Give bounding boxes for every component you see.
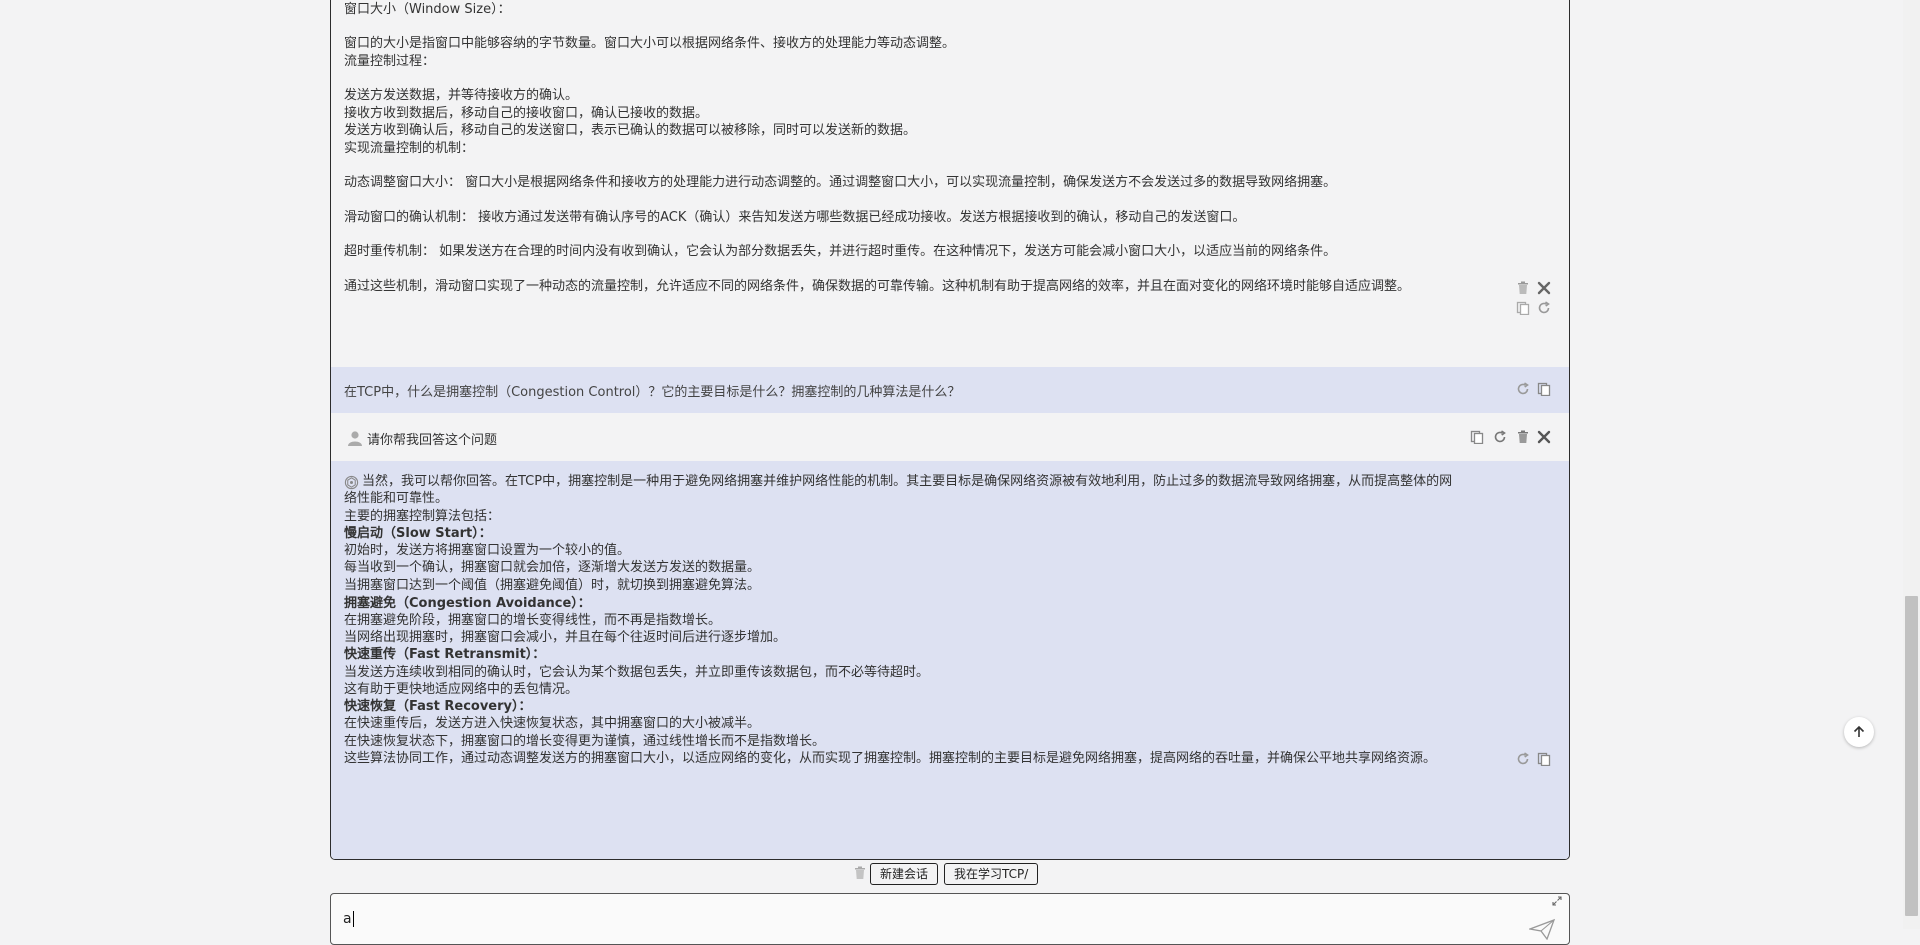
arrow-up-icon <box>1852 725 1866 739</box>
answer-line: 初始时，发送方将拥塞窗口设置为一个较小的值。 <box>344 543 631 558</box>
new-chat-button[interactable]: 新建会话 <box>870 863 939 885</box>
answer-line: 窗口的大小是指窗口中能够容纳的字节数量。窗口大小可以根据网络条件、接收方的处理能… <box>344 36 956 51</box>
answer-line: 超时重传机制： 如果发送方在合理的时间内没有收到确认，它会认为部分数据丢失，并进… <box>344 244 1337 259</box>
answer-line: 主要的拥塞控制算法包括： <box>344 509 501 524</box>
trash-icon[interactable] <box>853 866 867 880</box>
answer-line: 在快速重传后，发送方进入快速恢复状态，其中拥塞窗口的大小被减半。 <box>344 716 761 731</box>
answer-line: 这有助于更快地适应网络中的丢包情况。 <box>344 682 579 697</box>
assistant-answer: 当然，我可以帮你回答。在TCP中，拥塞控制是一种用于避免网络拥塞并维护网络性能的… <box>331 461 1569 859</box>
expand-icon[interactable] <box>1552 896 1562 906</box>
answer-line: 实现流量控制的机制： <box>344 141 475 156</box>
answer-line: 每当收到一个确认，拥塞窗口就会加倍，逐渐增大发送方发送的数据量。 <box>344 560 761 575</box>
answer-line: 动态调整窗口大小： 窗口大小是根据网络条件和接收方的处理能力进行动态调整的。通过… <box>344 175 1337 190</box>
user-avatar-icon <box>347 430 363 446</box>
answer-line: 在拥塞避免阶段，拥塞窗口的增长变得线性，而不再是指数增长。 <box>344 613 722 628</box>
trash-icon[interactable] <box>1516 281 1530 295</box>
answer-line: 在快速恢复状态下，拥塞窗口的增长变得更为谨慎，通过线性增长而不是指数增长。 <box>344 734 826 749</box>
question-text: 在TCP中，什么是拥塞控制（Congestion Control）？它的主要目标… <box>344 385 961 400</box>
answer-line: 接收方收到数据后，移动自己的接收窗口，确认已接收的数据。 <box>344 106 709 121</box>
copy-icon[interactable] <box>1537 752 1551 766</box>
answer-line: 当发送方连续收到相同的确认时，它会认为某个数据包丢失，并立即重传该数据包，而不必… <box>344 665 930 680</box>
answer-line: 当网络出现拥塞时，拥塞窗口会减小，并且在每个往返时间后进行逐步增加。 <box>344 630 787 645</box>
answer-line: 通过这些机制，滑动窗口实现了一种动态的流量控制，允许适应不同的网络条件，确保数据… <box>344 279 1411 294</box>
assistant-logo-icon <box>344 475 359 490</box>
answer-line: 窗口大小（Window Size）： <box>344 2 511 17</box>
regenerate-icon[interactable] <box>1493 430 1507 444</box>
trash-icon[interactable] <box>1516 430 1530 444</box>
answer-line: 当然，我可以帮你回答。在TCP中，拥塞控制是一种用于避免网络拥塞并维护网络性能的… <box>362 474 1453 489</box>
message-input[interactable]: a <box>330 893 1570 945</box>
copy-icon[interactable] <box>1516 301 1530 315</box>
user-message-text: 请你帮我回答这个问题 <box>367 433 498 448</box>
user-message-row: 请你帮我回答这个问题 <box>331 413 1569 461</box>
copy-icon[interactable] <box>1470 430 1484 444</box>
previous-answer: 窗口大小（Window Size）： 窗口的大小是指窗口中能够容纳的字节数量。窗… <box>331 0 1569 367</box>
scrollbar-thumb[interactable] <box>1905 596 1918 916</box>
answer-heading: 慢启动（Slow Start）： <box>344 526 492 541</box>
answer-heading: 拥塞避免（Congestion Avoidance）： <box>344 596 591 611</box>
answer-line: 滑动窗口的确认机制： 接收方通过发送带有确认序号的ACK（确认）来告知发送方哪些… <box>344 210 1246 225</box>
answer-line: 这些算法协同工作，通过动态调整发送方的拥塞窗口大小，以适应网络的变化，从而实现了… <box>344 751 1437 766</box>
answer-heading: 快速恢复（Fast Recovery）： <box>344 699 532 714</box>
chat-panel: 窗口大小（Window Size）： 窗口的大小是指窗口中能够容纳的字节数量。窗… <box>330 0 1570 860</box>
scrollbar[interactable] <box>1903 0 1920 929</box>
copy-icon[interactable] <box>1537 382 1551 396</box>
close-icon[interactable] <box>1537 430 1551 444</box>
answer-line: 络性能和可靠性。 <box>344 491 449 506</box>
regenerate-icon[interactable] <box>1516 382 1530 396</box>
answer-heading: 快速重传（Fast Retransmit）： <box>344 647 546 662</box>
regenerate-icon[interactable] <box>1537 301 1551 315</box>
topic-button[interactable]: 我在学习TCP/ <box>944 863 1039 885</box>
scroll-to-top-button[interactable] <box>1844 717 1874 747</box>
answer-line: 流量控制过程： <box>344 54 436 69</box>
regenerate-icon[interactable] <box>1516 752 1530 766</box>
answer-line: 发送方收到确认后，移动自己的发送窗口，表示已确认的数据可以被移除，同时可以发送新… <box>344 123 917 138</box>
answer-line: 当拥塞窗口达到一个阈值（拥塞避免阈值）时，就切换到拥塞避免算法。 <box>344 578 761 593</box>
question-row: 在TCP中，什么是拥塞控制（Congestion Control）？它的主要目标… <box>331 367 1569 413</box>
close-icon[interactable] <box>1537 281 1551 295</box>
message-input-value[interactable]: a <box>343 911 354 927</box>
send-icon[interactable] <box>1529 918 1555 940</box>
answer-line: 发送方发送数据，并等待接收方的确认。 <box>344 88 579 103</box>
